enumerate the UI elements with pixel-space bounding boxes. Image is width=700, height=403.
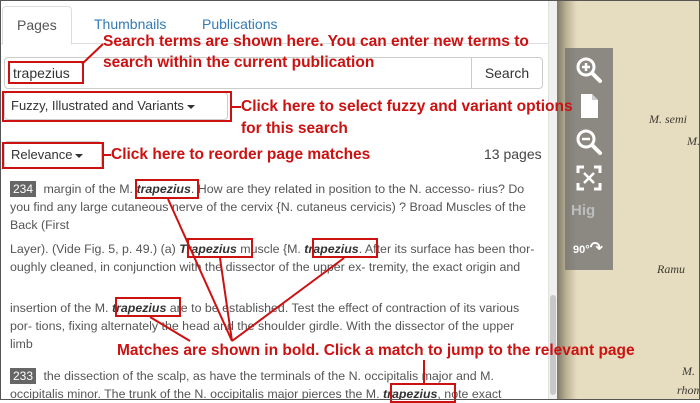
result-text: margin of the M. xyxy=(40,182,137,196)
annotation-search-line1: Search terms are shown here. You can ent… xyxy=(103,33,529,50)
match-highlight-box xyxy=(390,383,456,403)
plate-label: rhombo xyxy=(677,383,700,397)
page-viewer[interactable]: M. semi M. Ramu M. rhombo Hig 90°↷ xyxy=(557,0,700,400)
result-item[interactable]: 234 margin of the M. trapezius. How are … xyxy=(10,180,540,234)
results-list: 234 margin of the M. trapezius. How are … xyxy=(0,176,557,400)
annotation-matches: Matches are shown in bold. Click a match… xyxy=(117,342,635,359)
tab-pages[interactable]: Pages xyxy=(2,6,72,45)
zoom-out-icon[interactable] xyxy=(575,128,603,156)
result-item[interactable]: 233 the dissection of the scalp, as have… xyxy=(10,367,540,400)
annotation-options-line2: for this search xyxy=(241,120,348,137)
match-highlight-box xyxy=(135,179,199,199)
options-highlight-box xyxy=(2,91,232,122)
match-highlight-box xyxy=(187,238,253,258)
match-highlight-box xyxy=(312,238,378,258)
search-term-highlight-box xyxy=(8,61,84,84)
page-number-badge: 233 xyxy=(10,368,37,384)
page-count: 13 pages xyxy=(484,146,542,162)
plate-label: Ramu xyxy=(657,262,685,276)
highlight-icon[interactable]: Hig xyxy=(571,202,595,219)
annotation-search-line2: search within the current publication xyxy=(103,54,375,71)
zoom-in-icon[interactable] xyxy=(575,56,603,84)
plate-label: M. xyxy=(687,134,700,148)
page-number-badge: 234 xyxy=(10,181,37,197)
sort-highlight-box xyxy=(2,142,104,169)
result-item[interactable]: Layer). (Vide Fig. 5, p. 49.) (a) Trapez… xyxy=(10,240,540,276)
rotate-90-icon[interactable]: 90°↷ xyxy=(573,238,603,258)
annotation-sort: Click here to reorder page matches xyxy=(111,146,371,163)
viewer-toolbar: Hig 90°↷ xyxy=(565,48,613,270)
search-button[interactable]: Search xyxy=(471,57,543,89)
plate-label: M. semi xyxy=(649,112,687,126)
fit-screen-icon[interactable] xyxy=(575,164,603,192)
result-text: insertion of the M. xyxy=(10,301,112,315)
page-icon[interactable] xyxy=(575,92,603,120)
result-text: Layer). (Vide Fig. 5, p. 49.) (a) xyxy=(10,242,180,256)
plate-label: M. xyxy=(682,364,695,378)
annotation-options-line1: Click here to select fuzzy and variant o… xyxy=(241,98,573,115)
match-highlight-box xyxy=(115,297,181,317)
rotate-label: 90° xyxy=(573,244,590,256)
